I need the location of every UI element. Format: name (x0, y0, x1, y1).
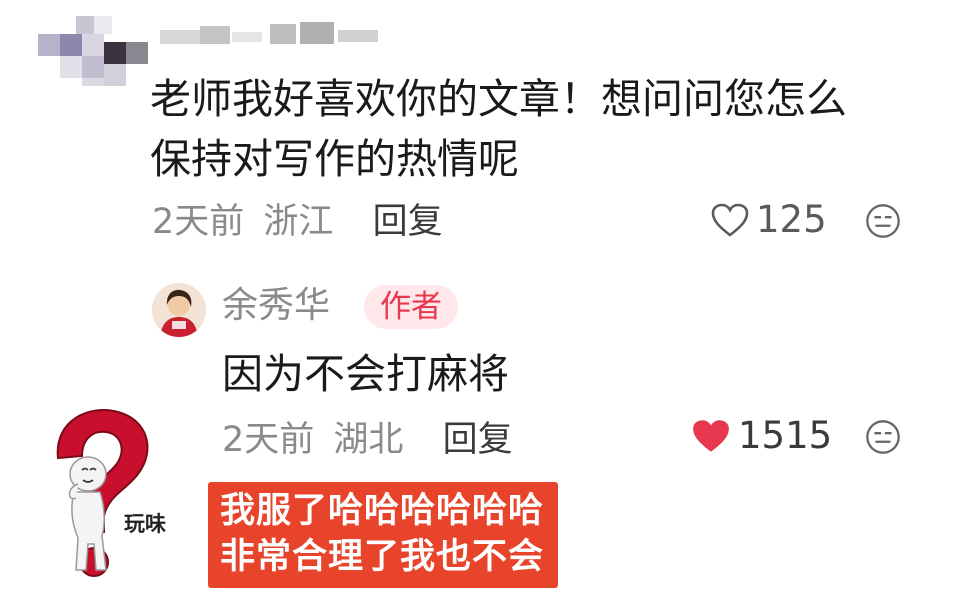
reply-like-count: 1515 (738, 414, 833, 457)
commenter-name-blurred[interactable] (160, 22, 390, 48)
heart-outline-icon (711, 203, 749, 237)
meme-label: 玩味 (124, 512, 166, 536)
author-avatar[interactable] (152, 283, 206, 337)
comment-text: 老师我好喜欢你的文章！想问问您怎么 保持对写作的热情呢 (150, 72, 920, 186)
reply-reply-button[interactable]: 回复 (443, 420, 513, 460)
meme-caption: 我服了哈哈哈哈哈哈 非常合理了我也不会 (208, 482, 559, 588)
comment-meta: 2天前 浙江 回复 (152, 200, 443, 244)
comment-like-count: 125 (756, 198, 827, 241)
comment-like-button[interactable]: 125 (710, 198, 827, 242)
comment-text-line-2: 保持对写作的热情呢 (150, 135, 519, 183)
reply-location: 湖北 (333, 420, 404, 460)
reply-meta: 2天前 湖北 回复 (222, 418, 513, 462)
reply-time: 2天前 (222, 420, 315, 460)
question-mark-meme-icon (56, 409, 149, 577)
meme-caption-line-1: 我服了哈哈哈哈哈哈 (220, 491, 545, 531)
reply-text: 因为不会打麻将 (222, 350, 509, 398)
comment-location: 浙江 (263, 202, 334, 242)
comment-reply-button[interactable]: 回复 (373, 202, 443, 242)
emoji-react-icon[interactable] (864, 418, 902, 456)
heart-filled-icon (693, 420, 729, 452)
meme-caption-line-2: 非常合理了我也不会 (220, 537, 545, 577)
author-badge: 作者 (364, 285, 458, 329)
comment-time: 2天前 (152, 202, 245, 242)
author-name[interactable]: 余秀华 (222, 283, 330, 329)
comment-text-line-1: 老师我好喜欢你的文章！想问问您怎么 (150, 75, 847, 123)
emoji-react-icon[interactable] (864, 202, 902, 240)
reply-like-button[interactable]: 1515 (690, 414, 832, 458)
commenter-avatar-pixelated[interactable] (38, 16, 148, 86)
